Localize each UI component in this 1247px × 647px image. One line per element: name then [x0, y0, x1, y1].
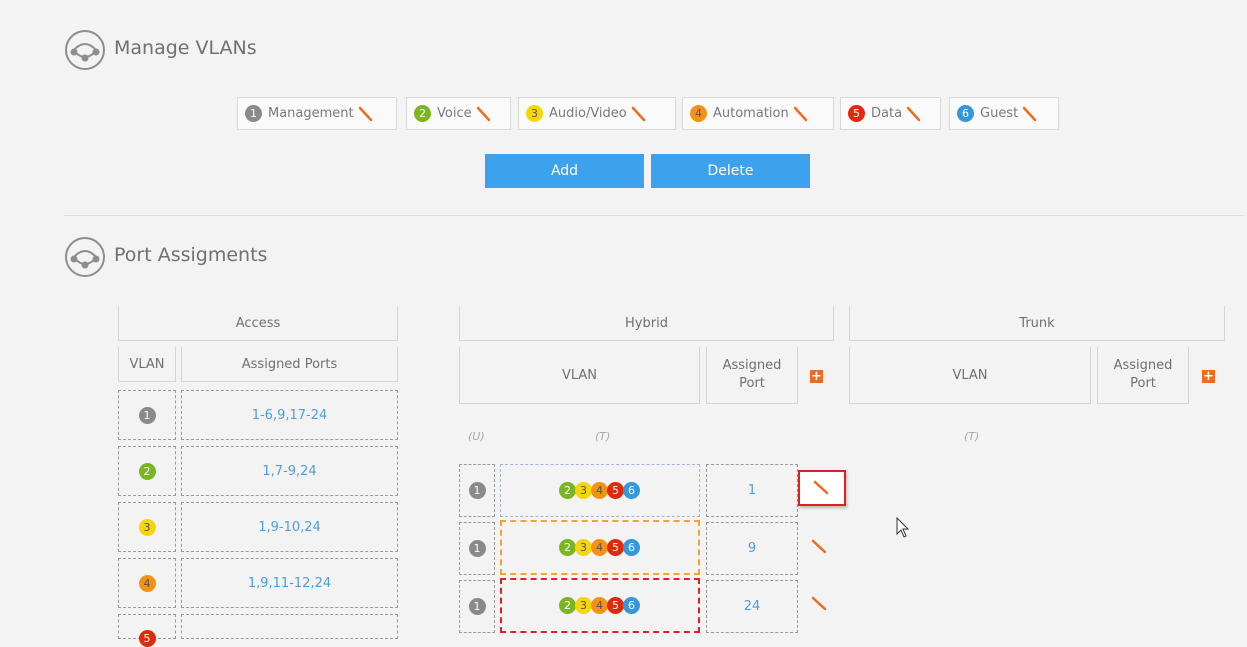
vlan-tag-management[interactable]: 1 Management	[237, 97, 397, 130]
vlan-number-badge: 3	[138, 518, 156, 536]
access-ports-cell[interactable]: 1,9,11-12,24	[181, 558, 398, 608]
manage-vlans-title: Manage VLANs	[114, 37, 257, 59]
vlan-number-badge: 1	[245, 105, 262, 122]
hybrid-port-cell[interactable]: 1	[706, 464, 798, 517]
access-vlan-cell: 5	[118, 614, 176, 647]
access-ports-col-header: Assigned Ports	[181, 347, 398, 382]
vlan-chip: 5	[607, 597, 624, 614]
section-divider	[64, 215, 1244, 216]
hybrid-port-col-header: Assigned Port	[706, 347, 798, 404]
delete-button[interactable]: Delete	[651, 154, 810, 188]
vlan-tag-automation[interactable]: 4 Automation	[682, 97, 834, 130]
vlan-number-badge: 1	[138, 406, 156, 424]
hybrid-vlan-col-header: VLAN	[459, 347, 700, 404]
vlan-chip: 4	[591, 539, 608, 556]
add-button[interactable]: Add	[485, 154, 644, 188]
hybrid-untagged-label: (U)	[468, 430, 485, 443]
mouse-cursor-icon	[896, 517, 910, 538]
access-ports-cell[interactable]: 1-6,9,17-24	[181, 390, 398, 440]
vlan-chip: 4	[591, 482, 608, 499]
pencil-icon[interactable]	[357, 106, 373, 122]
vlan-chip: 3	[575, 539, 592, 556]
vlan-number-badge: 6	[957, 105, 974, 122]
vlan-number-badge: 2	[414, 105, 431, 122]
edit-button-highlighted[interactable]	[798, 470, 846, 506]
hybrid-tagged-label: (T)	[595, 430, 611, 443]
access-ports-cell[interactable]: 1,7-9,24	[181, 446, 398, 496]
port-network-icon	[65, 237, 105, 277]
hybrid-add-plus-icon[interactable]: +	[810, 370, 823, 383]
trunk-header: Trunk	[849, 306, 1225, 341]
hybrid-tagged-cell[interactable]: 2 3 4 5 6	[500, 578, 700, 633]
vlan-chip: 3	[575, 482, 592, 499]
pencil-icon	[813, 480, 829, 495]
hybrid-untagged-cell[interactable]: 1	[459, 464, 495, 517]
vlan-chip: 5	[607, 482, 624, 499]
pencil-icon[interactable]	[810, 538, 828, 556]
vlan-chip: 6	[623, 482, 640, 499]
hybrid-tagged-cell[interactable]: 2 3 4 5 6	[500, 520, 700, 575]
vlan-number-badge: 1	[468, 540, 486, 557]
vlan-tag-voice[interactable]: 2 Voice	[406, 97, 511, 130]
trunk-port-col-header: Assigned Port	[1097, 347, 1189, 404]
hybrid-header: Hybrid	[459, 306, 834, 341]
vlan-number-badge: 1	[468, 482, 486, 499]
vlan-name: Audio/Video	[549, 106, 627, 121]
vlan-number-badge: 3	[526, 105, 543, 122]
port-assignments-title: Port Assigments	[114, 244, 268, 266]
vlan-chip: 4	[591, 597, 608, 614]
vlan-chip: 6	[623, 597, 640, 614]
hybrid-untagged-cell[interactable]: 1	[459, 580, 495, 633]
vlan-chip: 6	[623, 539, 640, 556]
vlan-name: Automation	[713, 106, 789, 121]
vlan-chip: 2	[559, 539, 576, 556]
vlan-network-icon	[65, 30, 105, 70]
pencil-icon[interactable]	[630, 106, 646, 122]
hybrid-untagged-cell[interactable]: 1	[459, 522, 495, 575]
vlan-chip: 2	[559, 482, 576, 499]
vlan-tag-data[interactable]: 5 Data	[840, 97, 941, 130]
trunk-vlan-col-header: VLAN	[849, 347, 1091, 404]
access-ports-cell[interactable]: 1,9-10,24	[181, 502, 398, 552]
access-vlan-cell: 3	[118, 502, 176, 552]
hybrid-tagged-cell[interactable]: 2 3 4 5 6	[500, 464, 700, 517]
vlan-number-badge: 5	[848, 105, 865, 122]
vlan-tag-audio-video[interactable]: 3 Audio/Video	[518, 97, 676, 130]
pencil-icon[interactable]	[475, 106, 491, 122]
vlan-number-badge: 1	[468, 598, 486, 615]
access-ports-cell[interactable]	[181, 614, 398, 639]
trunk-tagged-label: (T)	[964, 430, 980, 443]
access-header: Access	[118, 306, 398, 341]
vlan-chip: 5	[607, 539, 624, 556]
vlan-number-badge: 4	[690, 105, 707, 122]
vlan-number-badge: 4	[138, 574, 156, 592]
vlan-tag-guest[interactable]: 6 Guest	[949, 97, 1059, 130]
hybrid-port-cell[interactable]: 9	[706, 522, 798, 575]
vlan-name: Guest	[980, 106, 1019, 121]
vlan-chip: 2	[559, 597, 576, 614]
access-vlan-cell: 4	[118, 558, 176, 608]
access-vlan-cell: 1	[118, 390, 176, 440]
vlan-chip: 3	[575, 597, 592, 614]
vlan-name: Data	[871, 106, 903, 121]
access-vlan-cell: 2	[118, 446, 176, 496]
hybrid-port-cell[interactable]: 24	[706, 580, 798, 633]
vlan-name: Management	[268, 106, 354, 121]
pencil-icon[interactable]	[792, 106, 808, 122]
trunk-add-plus-icon[interactable]: +	[1202, 370, 1215, 383]
vlan-name: Voice	[437, 106, 472, 121]
access-vlan-col-header: VLAN	[118, 347, 176, 382]
pencil-icon[interactable]	[1021, 106, 1037, 122]
vlan-number-badge: 2	[138, 462, 156, 480]
pencil-icon[interactable]	[905, 106, 921, 122]
pencil-icon[interactable]	[810, 595, 828, 613]
